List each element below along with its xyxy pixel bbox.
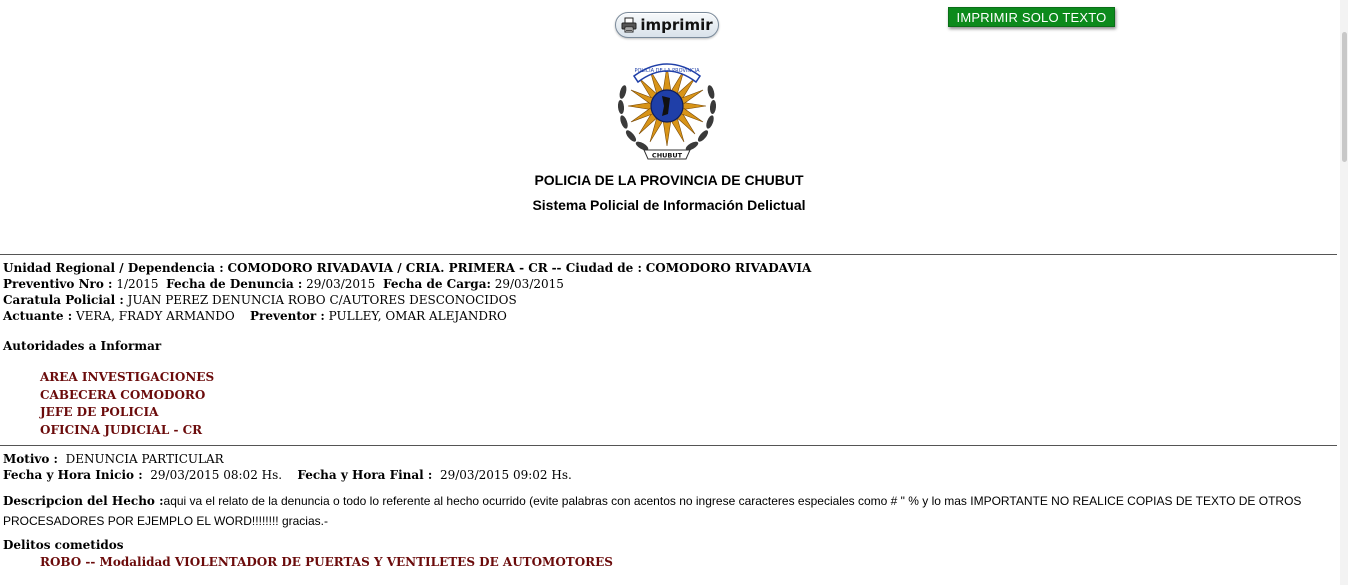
- ciudad-value: COMODORO RIVADAVIA: [645, 261, 812, 275]
- fecha-denuncia-value: 29/03/2015: [306, 277, 376, 291]
- unidad-value: COMODORO RIVADAVIA / CRIA. PRIMERA - CR: [227, 261, 548, 275]
- print-button-label: imprimir: [640, 16, 713, 34]
- system-title: Sistema Policial de Información Delictua…: [532, 197, 806, 213]
- preventivo-label: Preventivo Nro :: [3, 277, 113, 291]
- descripcion-label: Descripcion del Hecho :: [3, 494, 164, 508]
- motivo-label: Motivo :: [3, 452, 58, 466]
- divider: [0, 254, 1337, 255]
- scrollbar[interactable]: [1340, 0, 1348, 585]
- descripcion-hecho: Descripcion del Hecho :aqui va el relato…: [3, 491, 1337, 531]
- fecha-inicio-label: Fecha y Hora Inicio :: [3, 468, 143, 482]
- police-emblem-logo: POLICIA DE LA PROVINCIA CHUBUT: [617, 63, 717, 160]
- fecha-final-value: 29/03/2015 09:02 Hs.: [439, 468, 572, 482]
- caratula-label: Caratula Policial :: [3, 293, 124, 307]
- caratula-row: Caratula Policial : JUAN PEREZ DENUNCIA …: [3, 292, 517, 308]
- printer-icon: [621, 17, 637, 33]
- fecha-inicio-value: 29/03/2015 08:02 Hs.: [150, 468, 283, 482]
- autoridad-item: CABECERA COMODORO: [40, 388, 206, 402]
- divider: [0, 445, 1337, 446]
- preventor-label: Preventor :: [250, 309, 325, 323]
- delitos-title: Delitos cometidos: [3, 537, 124, 553]
- preventor-value: PULLEY, OMAR ALEJANDRO: [328, 309, 507, 323]
- fecha-denuncia-label: Fecha de Denuncia :: [166, 277, 303, 291]
- fechas-hecho-row: Fecha y Hora Inicio : 29/03/2015 08:02 H…: [3, 467, 572, 483]
- scrollbar-thumb[interactable]: [1342, 32, 1347, 162]
- motivo-value: DENUNCIA PARTICULAR: [65, 452, 224, 466]
- autoridades-title-text: Autoridades a Informar: [3, 339, 162, 353]
- print-text-only-button[interactable]: IMPRIMIR SOLO TEXTO: [948, 7, 1115, 27]
- autoridad-item: OFICINA JUDICIAL - CR: [40, 423, 203, 437]
- motivo-row: Motivo : DENUNCIA PARTICULAR: [3, 451, 224, 467]
- emblem-top-text: POLICIA DE LA PROVINCIA: [634, 68, 700, 74]
- actuante-label: Actuante :: [3, 309, 73, 323]
- emblem-bottom-text: CHUBUT: [652, 152, 683, 160]
- ciudad-label: -- Ciudad de :: [551, 261, 642, 275]
- organization-title: POLICIA DE LA PROVINCIA DE CHUBUT: [534, 172, 804, 188]
- autoridad-item: JEFE DE POLICIA: [40, 405, 159, 419]
- actuante-value: VERA, FRADY ARMANDO: [76, 309, 235, 323]
- preventivo-value: 1/2015: [116, 277, 159, 291]
- caratula-value: JUAN PEREZ DENUNCIA ROBO C/AUTORES DESCO…: [127, 293, 517, 307]
- unidad-label: Unidad Regional / Dependencia :: [3, 261, 224, 275]
- actuante-row: Actuante : VERA, FRADY ARMANDO Preventor…: [3, 308, 507, 324]
- fecha-carga-label: Fecha de Carga:: [382, 277, 491, 291]
- fecha-carga-value: 29/03/2015: [494, 277, 564, 291]
- fecha-final-label: Fecha y Hora Final :: [297, 468, 433, 482]
- delito-item: ROBO -- Modalidad VIOLENTADOR DE PUERTAS…: [40, 555, 613, 569]
- delitos-label: Delitos cometidos: [3, 538, 124, 552]
- report-page: imprimir IMPRIMIR SOLO TEXTO POLICIA DE …: [0, 0, 1348, 585]
- unidad-row: Unidad Regional / Dependencia : COMODORO…: [3, 260, 811, 276]
- autoridades-title: Autoridades a Informar: [3, 338, 161, 354]
- descripcion-value: aqui va el relato de la denuncia o todo …: [3, 494, 1302, 528]
- print-button[interactable]: imprimir: [615, 12, 719, 38]
- preventivo-row: Preventivo Nro : 1/2015 Fecha de Denunci…: [3, 276, 564, 292]
- autoridad-item: AREA INVESTIGACIONES: [40, 370, 215, 384]
